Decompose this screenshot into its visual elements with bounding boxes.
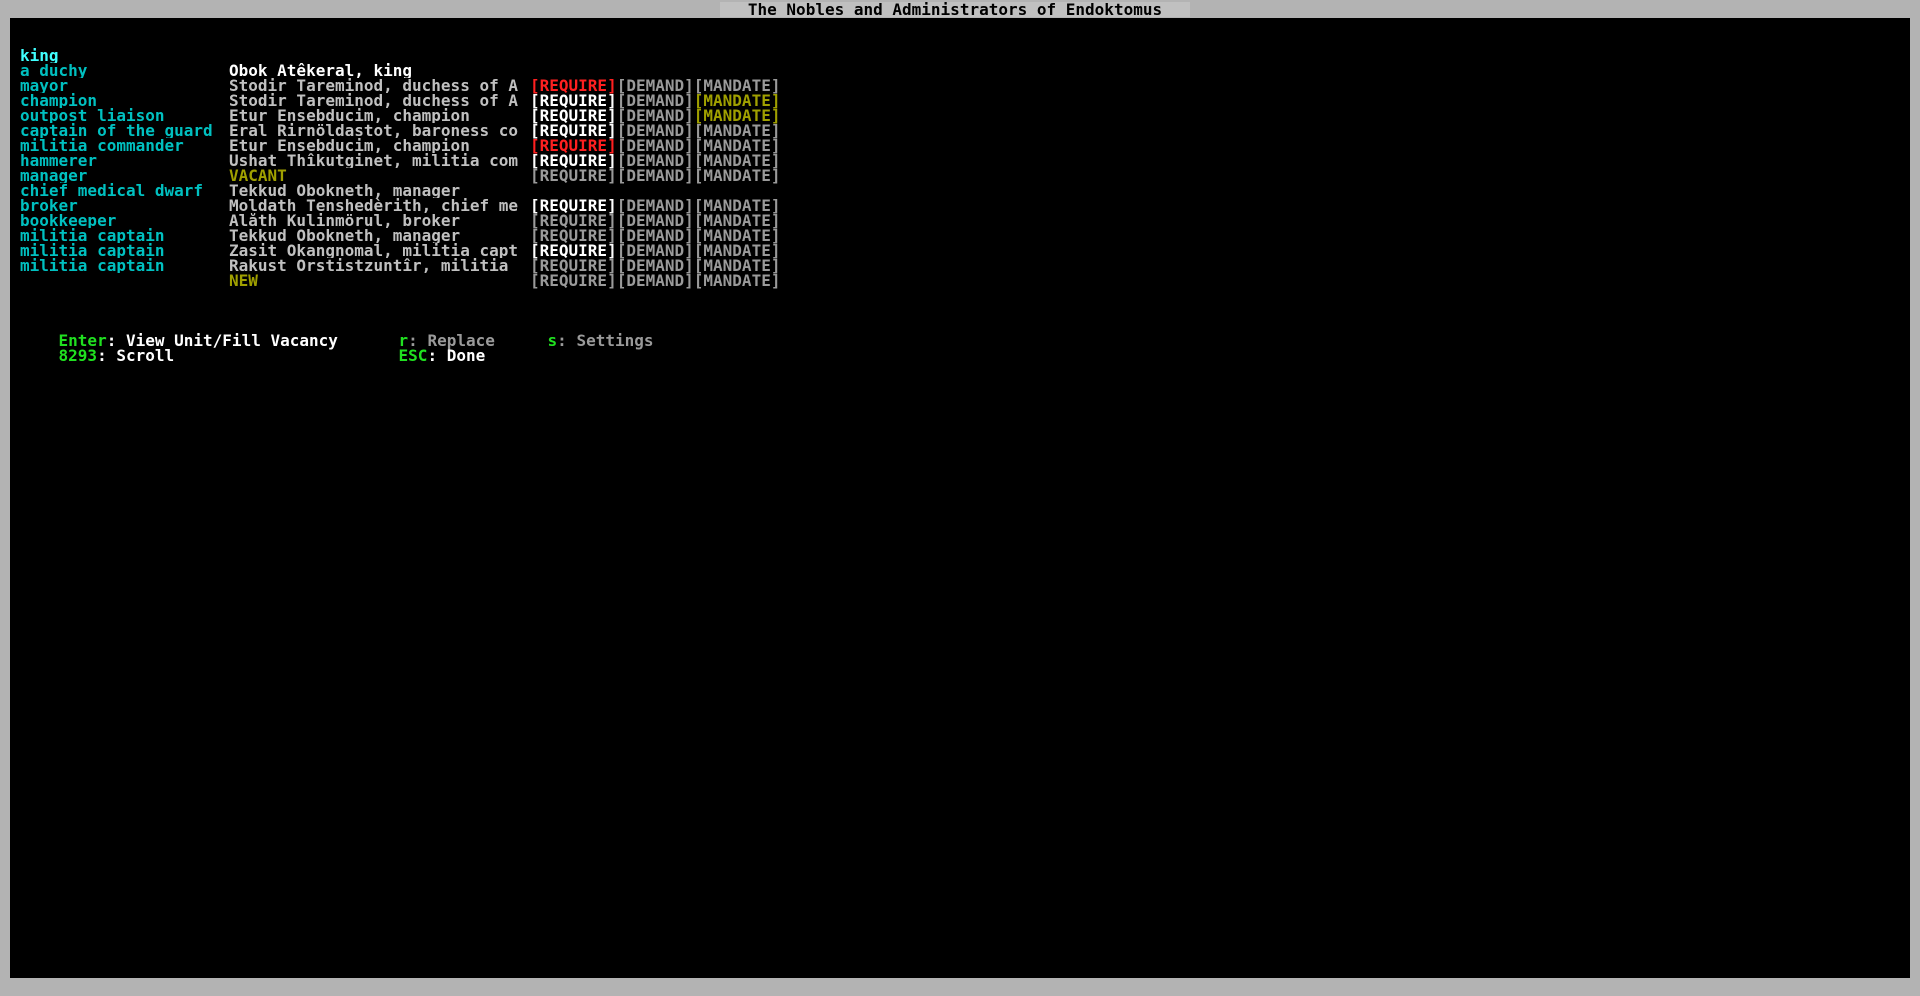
help-done[interactable]: ESC: Done — [360, 333, 486, 378]
requirement-flags: [REQUIRE][DEMAND][MANDATE] — [530, 166, 790, 185]
holder-name: Eral Rirnöldastot, baroness co — [229, 123, 518, 138]
noble-row-chief-medical-dwarf[interactable]: chief medical dwarf Moldath Tenshedèrith… — [0, 168, 780, 229]
hotkey-scroll-label: : Scroll — [97, 346, 175, 365]
frame-right — [1910, 0, 1920, 996]
holder-name: Tekkud Obokneth, manager — [229, 183, 461, 198]
holder-name: Obok Atêkeral, king — [229, 63, 413, 78]
holder-name: Etur Ensebducim, champion — [229, 138, 470, 153]
noble-row-outpost-liaison[interactable]: outpost liaison Eral Rirnöldastot, baron… — [0, 93, 780, 154]
noble-row-a-duchy[interactable]: a duchy Stodir Tareminod, duchess of A [… — [0, 48, 780, 109]
holder-name: Ushat Thîkutginet, militia com — [229, 153, 518, 168]
hotkey-scroll: 8293 — [58, 346, 98, 365]
noble-row-militia-commander[interactable]: militia commander Ushat Thîkutginet, mil… — [0, 123, 780, 184]
holder-name: Etur Ensebducim, champion — [229, 108, 470, 123]
frame-bottom — [0, 978, 1920, 996]
noble-row-champion[interactable]: champion Etur Ensebducim, champion [REQU… — [0, 78, 780, 139]
mandate-flag: [MANDATE] — [693, 271, 781, 290]
noble-row-broker[interactable]: broker Alåth Kulinmörul, broker [REQUIRE… — [0, 183, 780, 244]
vacant-status: VACANT — [229, 168, 287, 183]
noble-row-mayor[interactable]: mayor Stodir Tareminod, duchess of A [RE… — [0, 63, 780, 124]
holder-name: Moldath Tenshedèrith, chief me — [229, 198, 518, 213]
help-settings[interactable]: s: Settings — [509, 318, 654, 363]
hotkey-esc: ESC — [398, 346, 428, 365]
hotkey-s-label: : Settings — [557, 331, 654, 350]
holder-name: Rakust Orstistzuntîr, militia — [229, 258, 509, 273]
position-name: militia captain — [20, 258, 165, 273]
noble-row-bookkeeper[interactable]: bookkeeper Tekkud Obokneth, manager [REQ… — [0, 198, 780, 259]
hotkey-esc-label: : Done — [427, 346, 486, 365]
requirement-flags: [REQUIRE][DEMAND][MANDATE] — [530, 271, 790, 290]
holder-name: Stodir Tareminod, duchess of A — [229, 93, 518, 108]
require-flag: [REQUIRE] — [530, 271, 617, 290]
holder-name: Alåth Kulinmörul, broker — [229, 213, 461, 228]
noble-row-manager[interactable]: manager Tekkud Obokneth, manager [REQUIR… — [0, 153, 780, 214]
nobles-screen: The Nobles and Administrators of Endokto… — [0, 0, 1920, 996]
new-status: NEW — [229, 273, 258, 288]
noble-row-captain-of-the-guard[interactable]: captain of the guard Etur Ensebducim, ch… — [0, 108, 780, 169]
require-flag: [REQUIRE] — [530, 166, 617, 185]
holder-name: Stodir Tareminod, duchess of A — [229, 78, 518, 93]
holder-name: Tekkud Obokneth, manager — [229, 228, 461, 243]
demand-flag: [DEMAND] — [616, 271, 694, 290]
mandate-flag: [MANDATE] — [693, 166, 781, 185]
noble-row-king[interactable]: king Obok Atêkeral, king [REQUIRE][DEMAN… — [0, 33, 780, 94]
demand-flag: [DEMAND] — [616, 166, 694, 185]
holder-name: Zasit Okangnomal, militia capt — [229, 243, 518, 258]
noble-row-militia-captain-2[interactable]: militia captain Rakust Orstistzuntîr, mi… — [0, 228, 780, 289]
window-title: The Nobles and Administrators of Endokto… — [720, 2, 1190, 17]
noble-row-hammerer[interactable]: hammerer VACANT — [0, 138, 287, 183]
help-scroll[interactable]: 8293: Scroll — [20, 333, 175, 378]
noble-row-militia-captain-1[interactable]: militia captain Zasit Okangnomal, militi… — [0, 213, 780, 274]
hotkey-s: s — [547, 331, 558, 350]
noble-row-militia-captain-new[interactable]: militia captain NEW — [0, 243, 258, 288]
